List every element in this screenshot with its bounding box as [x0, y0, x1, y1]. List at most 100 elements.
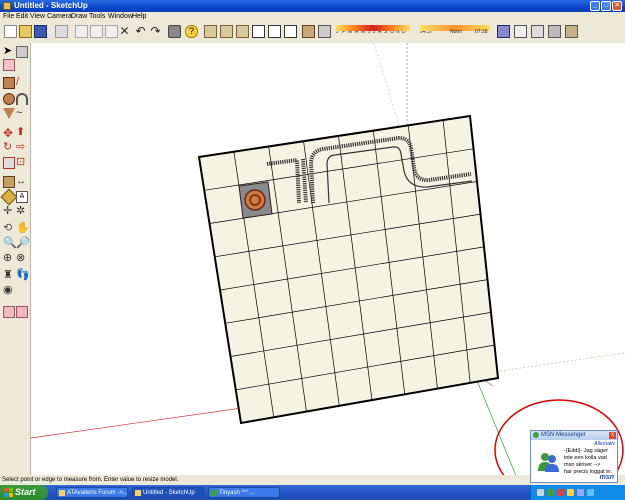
sketchup-icon — [135, 490, 141, 496]
shadow-settings-icon[interactable] — [318, 25, 331, 38]
taskbar-item-forum[interactable]: ATAvaitens Forum ->... — [56, 487, 128, 498]
open-folder-icon[interactable] — [19, 25, 32, 38]
msn-message: -{Eddi}- Jag säger inte een kolla vad ms… — [564, 448, 616, 476]
maximize-button[interactable]: □ — [601, 1, 611, 11]
view-right-icon[interactable] — [252, 25, 265, 38]
tape-measure-icon[interactable] — [3, 176, 15, 188]
scale-tool-icon[interactable] — [3, 157, 15, 169]
pencil-line-icon[interactable]: / — [16, 77, 28, 89]
xray-style-icon[interactable] — [497, 25, 510, 38]
view-back-icon[interactable] — [268, 25, 281, 38]
erase-x-icon[interactable]: ✕ — [118, 25, 131, 38]
make-component-tool-icon[interactable] — [16, 46, 28, 58]
redo-icon[interactable]: ↷ — [149, 25, 162, 38]
browser-icon — [59, 490, 65, 496]
circle-tool-icon[interactable] — [3, 93, 15, 105]
taskbar-item-chat[interactable]: Tinyash ^^' ... — [208, 487, 280, 498]
time-end-label: 07:28 — [475, 29, 488, 35]
cut-icon[interactable] — [75, 25, 88, 38]
menu-edit[interactable]: Edit — [16, 12, 28, 22]
msn-line: -{Eddi}- Jag säger — [564, 448, 609, 454]
previous-view-icon[interactable]: ⊗ — [16, 253, 28, 265]
tray-volume-icon[interactable] — [577, 489, 584, 496]
undo-icon[interactable]: ↶ — [134, 25, 147, 38]
menu-bar: File Edit View Camera Draw Tools Window … — [0, 12, 625, 22]
follow-me-icon[interactable]: ⇨ — [16, 142, 28, 154]
menu-window[interactable]: Window — [108, 12, 133, 22]
copy-icon[interactable] — [90, 25, 103, 38]
taskbar-item-sketchup[interactable]: Untitled - SketchUp — [132, 487, 204, 498]
select-arrow-icon[interactable]: ➤ — [3, 46, 15, 58]
freehand-tool-icon[interactable]: ~ — [16, 108, 28, 120]
menu-tools[interactable]: Tools — [89, 12, 105, 22]
orbit-icon[interactable]: ⟲ — [3, 223, 15, 235]
minimize-button[interactable]: _ — [590, 1, 600, 11]
menu-help[interactable]: Help — [132, 12, 146, 22]
print-icon[interactable] — [168, 25, 181, 38]
polygon-tool-icon[interactable] — [3, 108, 15, 119]
save-icon[interactable] — [34, 25, 47, 38]
msn-options-link[interactable]: Alternativ — [594, 441, 615, 447]
dimension-tool-icon[interactable]: ↔ — [16, 176, 28, 188]
date-slider[interactable] — [336, 25, 410, 31]
3d-text-icon[interactable]: ✲ — [16, 206, 28, 218]
green-axis — [473, 372, 522, 488]
model-viewport[interactable] — [31, 43, 625, 488]
shaded-style-icon[interactable] — [548, 25, 561, 38]
msn-line: inte een kolla vad — [564, 455, 607, 461]
text-tool-icon[interactable]: A — [16, 191, 28, 203]
axes-tool-icon[interactable]: ✛ — [3, 206, 15, 218]
tray-update-icon[interactable] — [567, 489, 574, 496]
rotate-tool-icon[interactable]: ↻ — [3, 142, 15, 154]
tray-msn-icon[interactable] — [547, 489, 554, 496]
arc-tool-icon[interactable] — [16, 93, 28, 105]
offset-tool-icon[interactable]: ⊡ — [16, 157, 28, 169]
view-top-icon[interactable] — [220, 25, 233, 38]
window-titlebar: Untitled - SketchUp _ □ × — [0, 0, 625, 12]
msn-chat-icon — [211, 490, 217, 496]
close-button[interactable]: × — [612, 1, 622, 11]
robot-piece[interactable] — [238, 181, 273, 219]
position-camera-icon[interactable]: ♜ — [3, 270, 15, 282]
pan-hand-icon[interactable]: ✋ — [16, 223, 30, 235]
menu-file[interactable]: File — [3, 12, 14, 22]
menu-draw[interactable]: Draw — [71, 12, 87, 22]
zoom-extents-icon[interactable]: ⊕ — [3, 253, 15, 265]
new-file-icon[interactable] — [4, 25, 17, 38]
zoom-icon[interactable]: 🔍 — [3, 238, 17, 250]
tray-network-icon[interactable] — [537, 489, 544, 496]
tray-misc-icon[interactable] — [587, 489, 594, 496]
menu-view[interactable]: View — [30, 12, 45, 22]
shaded-texture-style-icon[interactable] — [565, 25, 578, 38]
make-component-icon[interactable] — [55, 25, 68, 38]
zoom-window-icon[interactable]: 🔎 — [16, 238, 30, 250]
sketchup-app-icon — [3, 2, 11, 10]
hidden-line-style-icon[interactable] — [531, 25, 544, 38]
msn-user-icon — [538, 453, 559, 472]
view-iso-icon[interactable] — [204, 25, 217, 38]
paste-icon[interactable] — [105, 25, 118, 38]
look-around-eye-icon[interactable]: ◉ — [3, 285, 15, 297]
game-board-face[interactable] — [197, 114, 500, 425]
help-icon[interactable]: ? — [185, 25, 198, 38]
taskbar: Start ATAvaitens Forum ->... Untitled - … — [0, 485, 625, 500]
msn-close-icon[interactable]: x — [609, 432, 616, 439]
rectangle-tool-icon[interactable] — [3, 77, 15, 89]
menu-camera[interactable]: Camera — [47, 12, 72, 22]
view-left-icon[interactable] — [284, 25, 297, 38]
start-button[interactable]: Start — [0, 485, 48, 500]
msn-notification[interactable]: MSN Messenger x Alternativ -{Eddi}- Jag … — [530, 430, 618, 483]
tray-antivirus-icon[interactable] — [557, 489, 564, 496]
status-text: Select point or edge to measure from. En… — [2, 477, 179, 483]
task-label: Untitled - SketchUp — [143, 490, 195, 496]
view-front-icon[interactable] — [236, 25, 249, 38]
move-tool-icon[interactable]: ✥ — [3, 127, 15, 139]
protractor-icon[interactable] — [0, 188, 18, 206]
wireframe-style-icon[interactable] — [514, 25, 527, 38]
shadows-toggle-icon[interactable] — [302, 25, 315, 38]
display-section-icon[interactable] — [16, 306, 28, 318]
walk-footprints-icon[interactable]: 👣 — [16, 270, 30, 282]
push-pull-icon[interactable]: ⬆ — [16, 127, 28, 139]
eraser-icon[interactable] — [3, 59, 15, 71]
section-plane-icon[interactable] — [3, 306, 15, 318]
